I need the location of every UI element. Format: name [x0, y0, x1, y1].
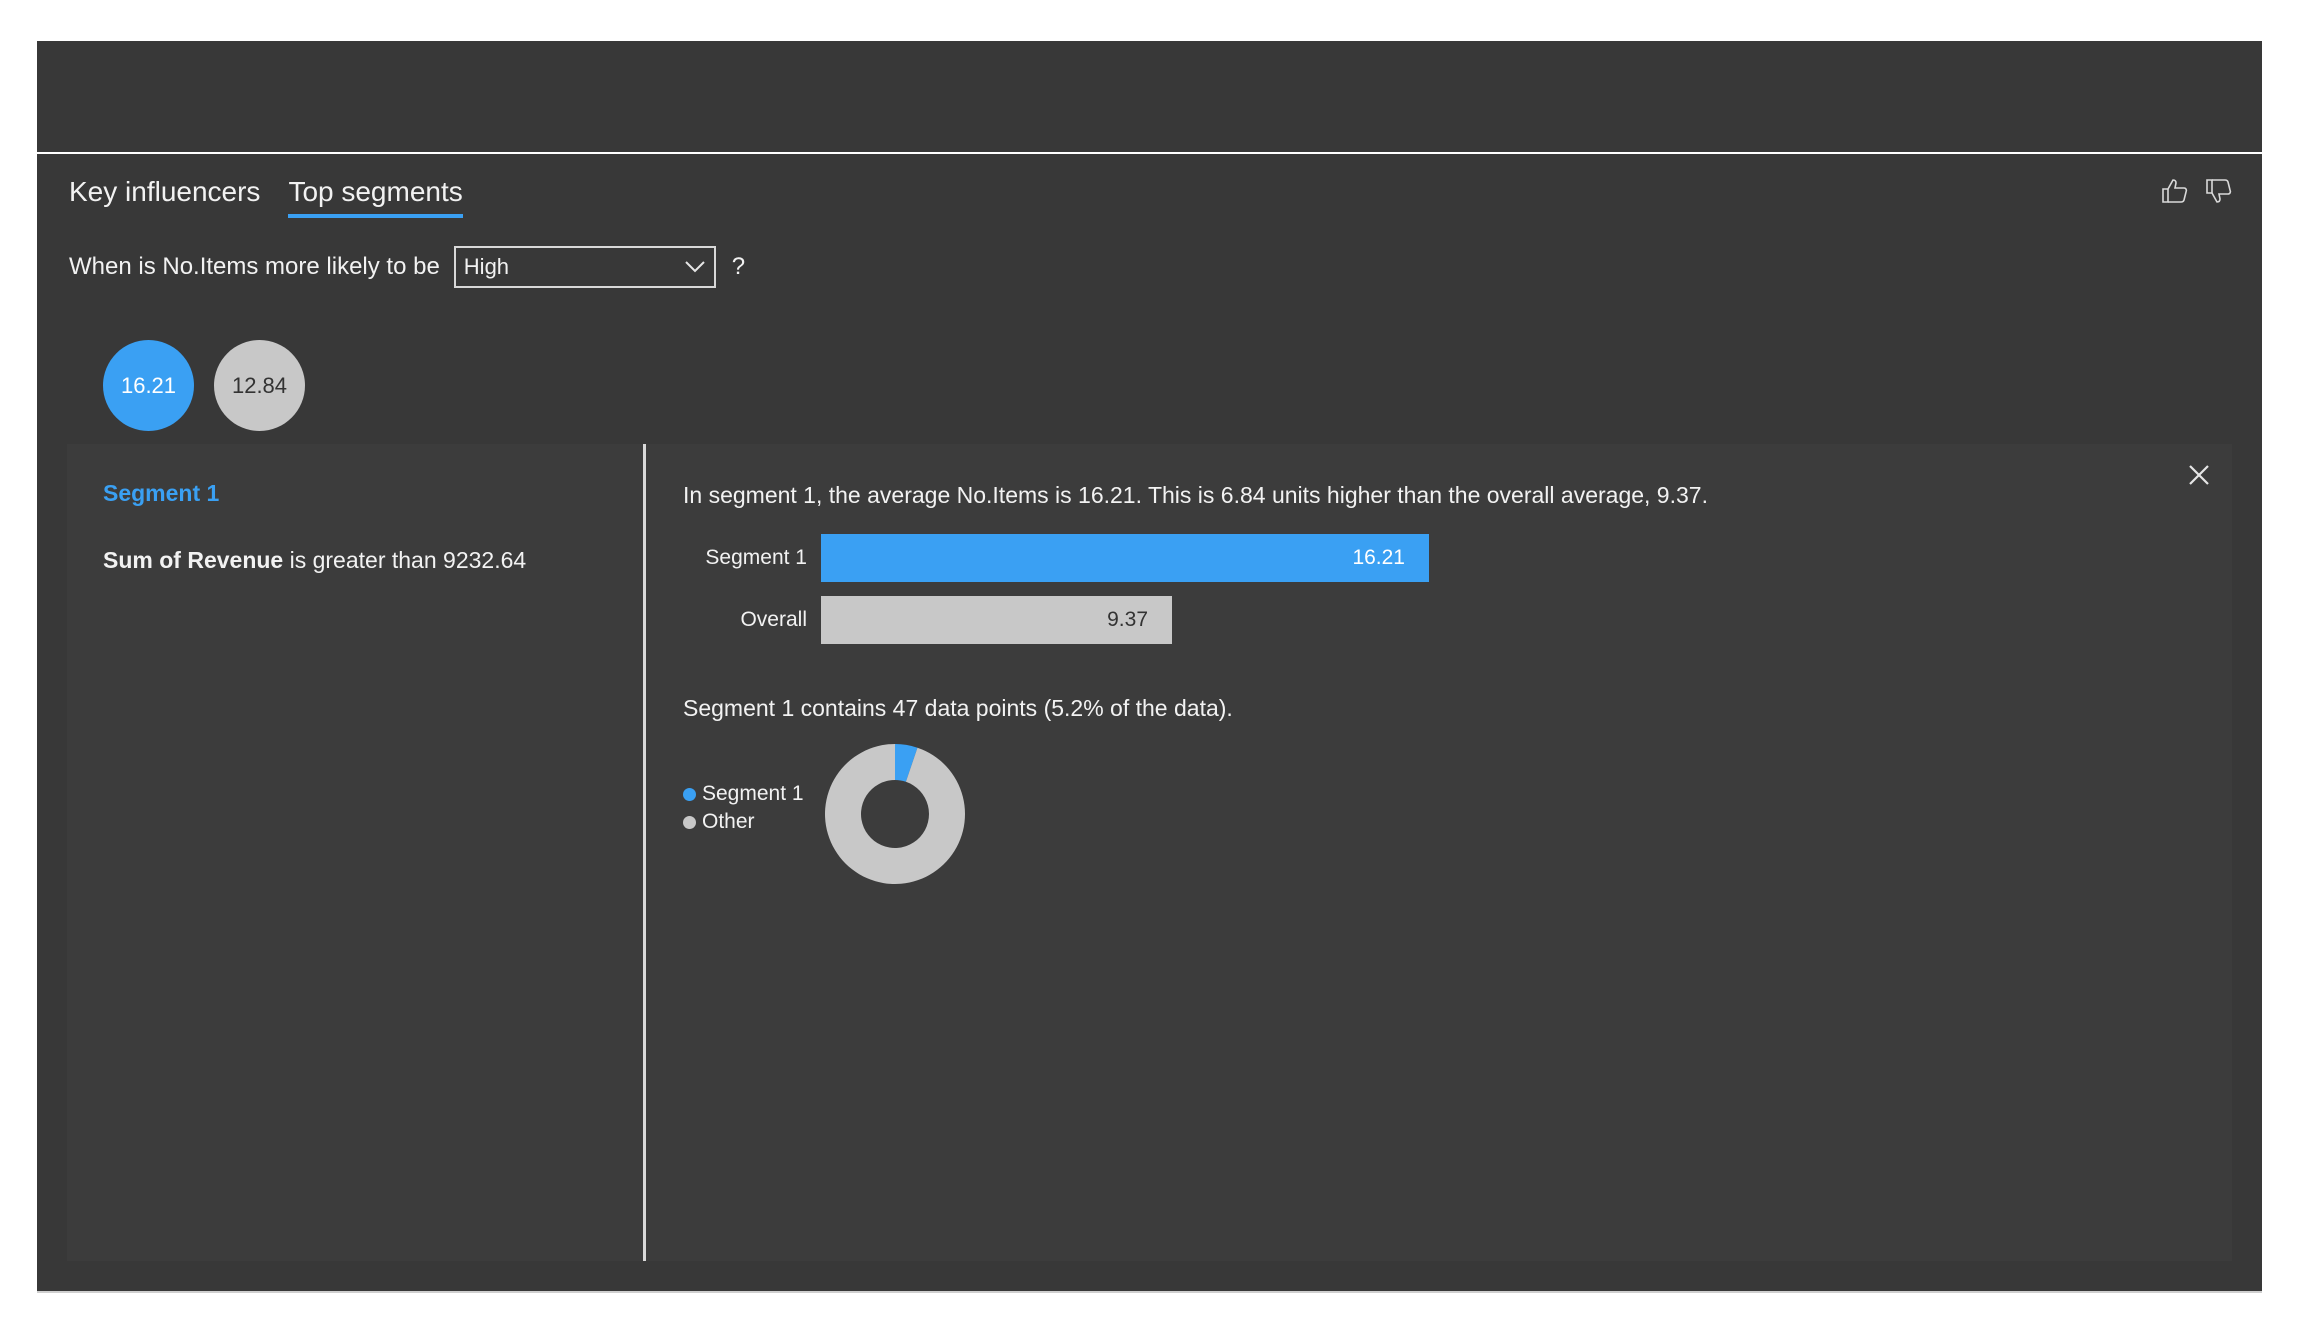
bar-row-segment: Segment 1 16.21	[683, 534, 1429, 582]
bar-overall: 9.37	[821, 596, 1172, 644]
legend-label-other: Other	[702, 810, 755, 833]
donut-slice-other	[825, 744, 965, 884]
target-value-dropdown[interactable]: High	[453, 246, 716, 288]
legend-label-segment: Segment 1	[702, 782, 804, 805]
segment-title: Segment 1	[103, 480, 220, 506]
thumbs-down-icon[interactable]	[2204, 176, 2234, 206]
chevron-down-icon	[684, 254, 706, 280]
segment-stats-pane: In segment 1, the average No.Items is 16…	[647, 444, 2232, 1261]
bar-row-overall: Overall 9.37	[683, 596, 1172, 644]
tab-top-segments[interactable]: Top segments	[288, 176, 463, 218]
target-question: When is No.Items more likely to be High …	[69, 246, 745, 288]
data-points-text: Segment 1 contains 47 data points (5.2% …	[683, 695, 1233, 721]
close-icon[interactable]	[2184, 460, 2214, 490]
dropdown-selected-value: High	[463, 254, 510, 279]
bar-label-overall: Overall	[740, 608, 807, 631]
segment-bubble-2[interactable]: 12.84	[214, 340, 305, 431]
segment-definition-pane: Segment 1 Sum of Revenue is greater than…	[67, 444, 643, 1261]
bar-value-segment: 16.21	[1352, 546, 1405, 569]
question-suffix: ?	[731, 253, 746, 280]
feedback-group	[2160, 176, 2234, 206]
segment-condition: Sum of Revenue is greater than 9232.64	[103, 547, 526, 574]
segment-donut-chart	[825, 744, 965, 884]
segment-summary: In segment 1, the average No.Items is 16…	[683, 482, 1708, 508]
thumbs-up-icon[interactable]	[2160, 176, 2190, 206]
pane-divider	[643, 444, 646, 1261]
legend-dot-segment	[683, 787, 696, 801]
key-influencers-visual: Key influencers Top segments When is No.…	[37, 154, 2262, 1293]
legend-item-other: Other	[683, 808, 804, 836]
tab-bar: Key influencers Top segments	[69, 176, 491, 218]
bar-label-segment: Segment 1	[705, 546, 807, 569]
top-bar	[37, 41, 2262, 154]
bar-value-overall: 9.37	[1107, 608, 1148, 631]
segment-bubble-1[interactable]: 16.21	[103, 340, 194, 431]
donut-legend: Segment 1 Other	[683, 780, 804, 836]
bar-segment: 16.21	[821, 534, 1429, 582]
legend-dot-other	[683, 815, 696, 829]
tab-key-influencers[interactable]: Key influencers	[69, 176, 260, 218]
condition-field: Sum of Revenue	[103, 547, 284, 573]
legend-item-segment: Segment 1	[683, 780, 804, 808]
condition-text: is greater than 9232.64	[283, 547, 527, 573]
segment-detail-panel: Segment 1 Sum of Revenue is greater than…	[67, 444, 2232, 1261]
question-prefix: When is No.Items more likely to be	[69, 253, 440, 280]
